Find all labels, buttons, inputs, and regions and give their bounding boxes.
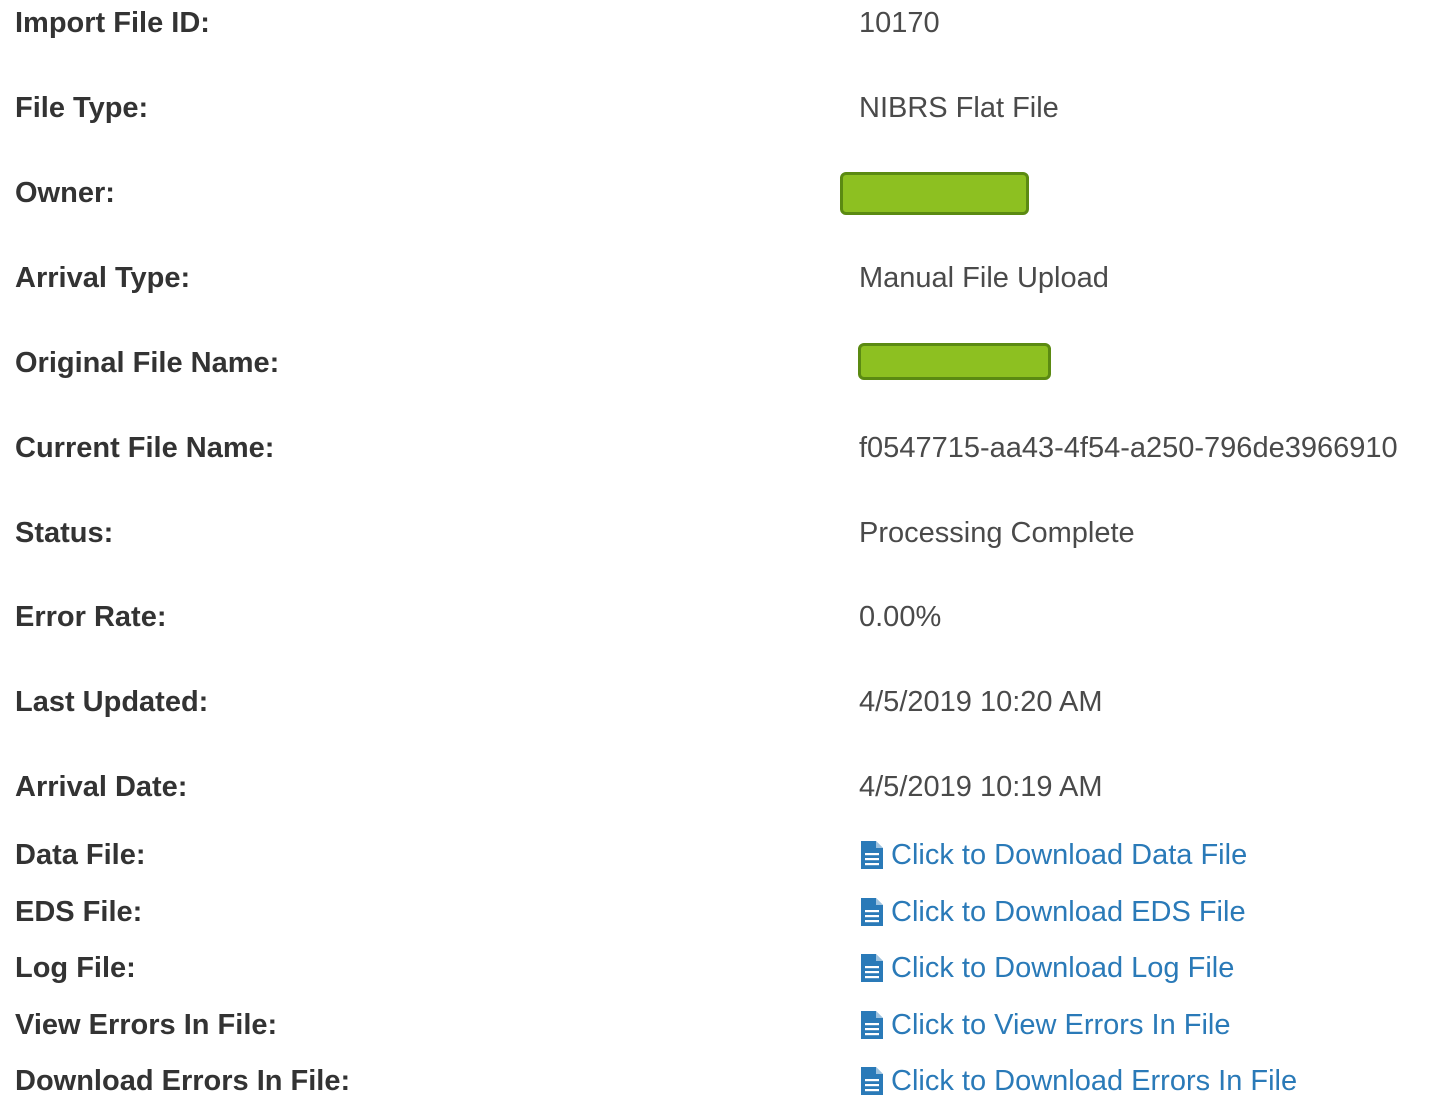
download-data-file-text: Click to Download Data File bbox=[891, 839, 1248, 871]
owner-redaction bbox=[840, 172, 1029, 215]
download-errors-label: Download Errors In File: bbox=[15, 1065, 351, 1097]
log-file-label: Log File: bbox=[15, 952, 136, 984]
row-file-type: File Type: NIBRS Flat File bbox=[0, 88, 1456, 128]
error-rate-value: 0.00% bbox=[859, 601, 942, 633]
row-owner: Owner: bbox=[0, 172, 1456, 215]
file-text-icon bbox=[861, 1067, 883, 1095]
import-file-id-label: Import File ID: bbox=[15, 7, 210, 39]
file-text-icon bbox=[861, 1011, 883, 1039]
owner-label: Owner: bbox=[15, 177, 115, 209]
status-label: Status: bbox=[15, 517, 114, 549]
row-view-errors: View Errors In File: Click to View Error… bbox=[0, 1005, 1456, 1045]
download-eds-file-text: Click to Download EDS File bbox=[891, 896, 1246, 928]
original-file-name-label: Original File Name: bbox=[15, 347, 280, 379]
row-arrival-type: Arrival Type: Manual File Upload bbox=[0, 258, 1456, 298]
download-log-file-link[interactable]: Click to Download Log File bbox=[859, 948, 1234, 988]
file-text-icon bbox=[861, 954, 883, 982]
row-arrival-date: Arrival Date: 4/5/2019 10:19 AM bbox=[0, 767, 1456, 807]
row-original-file-name: Original File Name: bbox=[0, 343, 1456, 383]
current-file-name-label: Current File Name: bbox=[15, 432, 275, 464]
arrival-type-label: Arrival Type: bbox=[15, 262, 191, 294]
row-download-errors: Download Errors In File: Click to Downlo… bbox=[0, 1061, 1456, 1101]
import-file-details: Import File ID: 10170 File Type: NIBRS F… bbox=[0, 0, 1456, 1099]
row-import-file-id: Import File ID: 10170 bbox=[0, 3, 1456, 43]
row-current-file-name: Current File Name: f0547715-aa43-4f54-a2… bbox=[0, 428, 1456, 468]
import-file-id-value: 10170 bbox=[859, 7, 940, 39]
data-file-label: Data File: bbox=[15, 839, 146, 871]
file-type-label: File Type: bbox=[15, 92, 149, 124]
view-errors-text: Click to View Errors In File bbox=[891, 1009, 1231, 1041]
last-updated-label: Last Updated: bbox=[15, 686, 209, 718]
download-errors-link[interactable]: Click to Download Errors In File bbox=[859, 1061, 1297, 1101]
last-updated-value: 4/5/2019 10:20 AM bbox=[859, 686, 1103, 718]
row-eds-file: EDS File: Click to Download EDS File bbox=[0, 892, 1456, 932]
row-log-file: Log File: Click to Download Log File bbox=[0, 948, 1456, 988]
original-file-name-redaction bbox=[858, 343, 1051, 380]
arrival-date-label: Arrival Date: bbox=[15, 771, 188, 803]
file-text-icon bbox=[861, 841, 883, 869]
status-value: Processing Complete bbox=[859, 517, 1135, 549]
view-errors-label: View Errors In File: bbox=[15, 1009, 278, 1041]
row-data-file: Data File: Click to Download Data File bbox=[0, 835, 1456, 875]
arrival-type-value: Manual File Upload bbox=[859, 262, 1109, 294]
arrival-date-value: 4/5/2019 10:19 AM bbox=[859, 771, 1103, 803]
row-status: Status: Processing Complete bbox=[0, 513, 1456, 553]
file-text-icon bbox=[861, 898, 883, 926]
download-errors-text: Click to Download Errors In File bbox=[891, 1065, 1298, 1097]
download-data-file-link[interactable]: Click to Download Data File bbox=[859, 835, 1247, 875]
file-type-value: NIBRS Flat File bbox=[859, 92, 1059, 124]
download-eds-file-link[interactable]: Click to Download EDS File bbox=[859, 892, 1246, 932]
error-rate-label: Error Rate: bbox=[15, 601, 167, 633]
row-error-rate: Error Rate: 0.00% bbox=[0, 597, 1456, 637]
eds-file-label: EDS File: bbox=[15, 896, 143, 928]
view-errors-link[interactable]: Click to View Errors In File bbox=[859, 1005, 1231, 1045]
current-file-name-value: f0547715-aa43-4f54-a250-796de3966910 bbox=[859, 432, 1398, 464]
row-last-updated: Last Updated: 4/5/2019 10:20 AM bbox=[0, 682, 1456, 722]
download-log-file-text: Click to Download Log File bbox=[891, 952, 1235, 984]
